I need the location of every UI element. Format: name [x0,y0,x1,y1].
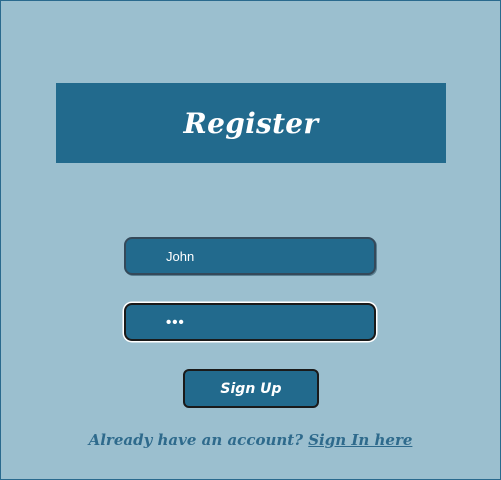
username-input[interactable] [124,237,376,275]
sign-up-button[interactable]: Sign Up [183,369,319,408]
sign-in-link[interactable]: Sign In here [308,431,412,449]
page-title: Register [183,106,319,140]
sign-in-prompt: Already have an account? Sign In here [1,431,500,449]
password-input[interactable] [124,303,376,341]
sign-in-prompt-text: Already have an account? [88,431,303,449]
register-page: Register Sign Up Already have an account… [0,0,501,480]
register-header: Register [56,83,446,163]
